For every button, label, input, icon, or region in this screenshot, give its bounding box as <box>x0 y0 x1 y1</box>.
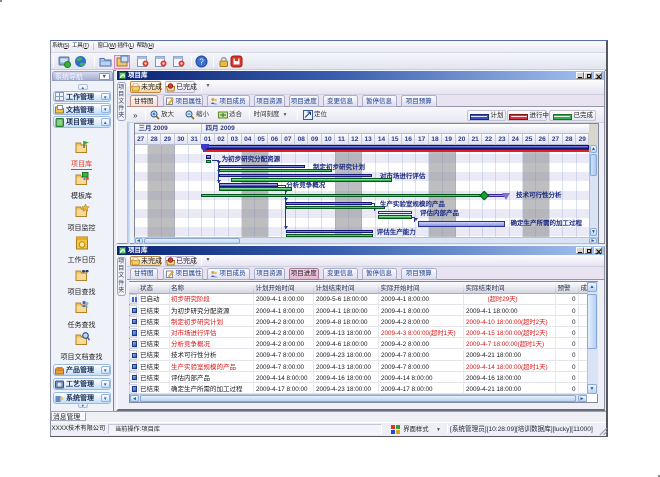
svg-text:?: ? <box>199 58 204 67</box>
